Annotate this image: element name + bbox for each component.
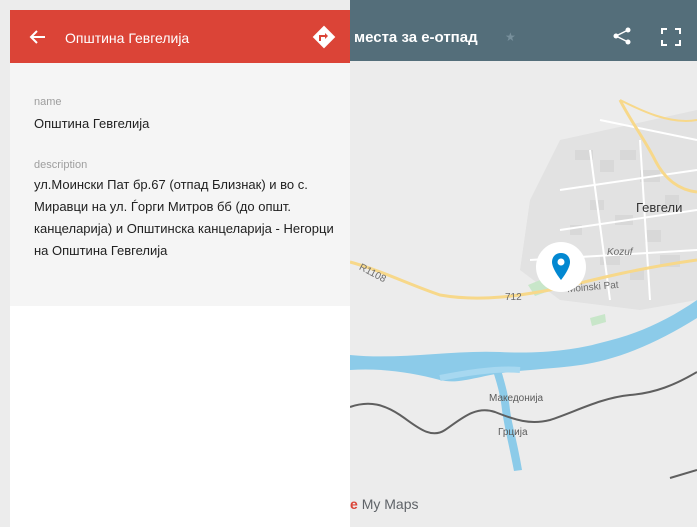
fullscreen-icon[interactable]: [660, 27, 682, 47]
city-label: Гевгели: [636, 200, 683, 215]
details-content: name Општина Гевгелија description ул.Мо…: [10, 63, 350, 306]
share-icon[interactable]: [611, 27, 633, 45]
details-panel: Општина Гевгелија name Општина Гевгелија…: [10, 10, 350, 527]
kozuf-label: Kozuf: [607, 247, 633, 258]
map-footer: e My Maps: [350, 496, 418, 512]
road-712-label: 712: [505, 292, 522, 303]
name-value: Општина Гевгелија: [34, 116, 150, 131]
back-arrow-icon[interactable]: [27, 27, 47, 47]
country-label-mk: Македонија: [489, 393, 544, 404]
map-title: места за е-отпад: [354, 29, 478, 46]
footer-text: My Maps: [361, 496, 419, 512]
description-value: ул.Моински Пат бр.67 (отпад Близнак) и в…: [34, 177, 334, 258]
star-icon[interactable]: ★: [505, 30, 516, 44]
panel-title: Општина Гевгелија: [65, 30, 190, 46]
map-pin-icon[interactable]: [535, 241, 587, 293]
directions-icon[interactable]: [311, 24, 337, 50]
description-label: description: [34, 159, 88, 171]
name-label: name: [34, 96, 62, 108]
panel-header: Општина Гевгелија: [10, 10, 350, 63]
footer-brand: e: [350, 496, 358, 512]
country-label-gr: Грција: [498, 427, 528, 438]
